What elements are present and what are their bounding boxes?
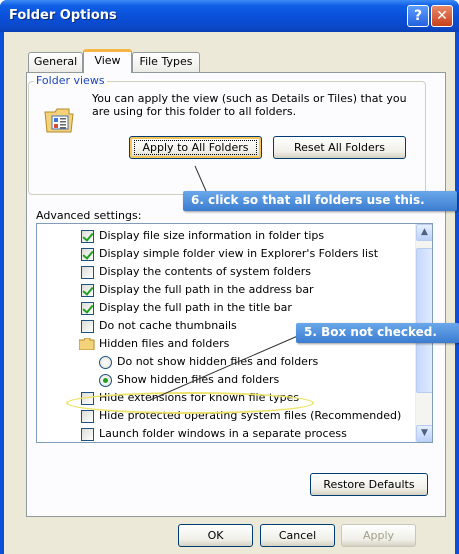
folder-icon <box>79 338 95 350</box>
title-bar[interactable]: Folder Options ? ✕ <box>0 0 459 32</box>
tab-file-types[interactable]: File Types <box>132 52 200 72</box>
folder-options-window: Folder Options ? ✕ General View File Typ… <box>0 0 459 554</box>
list-item-label: Display the contents of system folders <box>99 265 311 278</box>
list-item[interactable]: Display the contents of system folders <box>37 263 417 281</box>
reset-all-folders-button[interactable]: Reset All Folders <box>273 136 406 159</box>
window-title: Folder Options <box>9 8 117 23</box>
close-button[interactable]: ✕ <box>431 5 453 27</box>
radio[interactable] <box>99 356 112 369</box>
annotation-step-6: 6. click so that all folders use this. <box>183 191 457 211</box>
list-item-label: Display the full path in the address bar <box>99 283 314 296</box>
checkbox[interactable] <box>81 266 94 279</box>
scroll-up-icon[interactable]: ▲ <box>416 224 432 241</box>
list-item-label: Hidden files and folders <box>99 337 230 350</box>
list-item[interactable]: Display file size information in folder … <box>37 227 417 245</box>
list-item-label: Display file size information in folder … <box>99 229 325 242</box>
radio[interactable] <box>99 374 112 387</box>
list-item-label: Do not show hidden files and folders <box>117 355 319 368</box>
list-item-label: Display the full path in the title bar <box>99 301 292 314</box>
list-item[interactable]: Display the full path in the title bar <box>37 299 417 317</box>
tab-general[interactable]: General <box>28 52 83 72</box>
checkbox[interactable] <box>81 320 94 333</box>
list-item[interactable]: Display simple folder view in Explorer's… <box>37 245 417 263</box>
folder-view-icon <box>44 108 74 133</box>
tab-view[interactable]: View <box>83 49 132 73</box>
apply-button[interactable]: Apply <box>341 524 416 547</box>
list-item[interactable]: Launch folder windows in a separate proc… <box>37 425 417 442</box>
help-button[interactable]: ? <box>407 5 429 27</box>
list-item[interactable]: Do not show hidden files and folders <box>37 353 417 371</box>
checkbox[interactable] <box>81 284 94 297</box>
list-item-label: Launch folder windows in a separate proc… <box>99 427 347 440</box>
folder-views-description: You can apply the view (such as Details … <box>92 92 407 118</box>
scroll-down-icon[interactable]: ▼ <box>416 425 432 442</box>
dialog-body: General View File Types Folder views You… <box>4 32 455 554</box>
cancel-button[interactable]: Cancel <box>260 524 335 547</box>
checkbox[interactable] <box>81 248 94 261</box>
list-item[interactable]: Display the full path in the address bar <box>37 281 417 299</box>
restore-defaults-button[interactable]: Restore Defaults <box>310 473 428 496</box>
advanced-settings-label: Advanced settings: <box>36 209 142 222</box>
list-item-label: Do not cache thumbnails <box>99 319 237 332</box>
checkbox[interactable] <box>81 410 94 423</box>
apply-to-all-folders-button[interactable]: Apply to All Folders <box>129 136 262 159</box>
list-item-label: Show hidden files and folders <box>117 373 280 386</box>
list-item-label: Display simple folder view in Explorer's… <box>99 247 379 260</box>
checkbox[interactable] <box>81 428 94 441</box>
list-item[interactable]: Show hidden files and folders <box>37 371 417 389</box>
checkbox[interactable] <box>81 230 94 243</box>
folder-views-legend: Folder views <box>34 74 107 87</box>
annotation-step-5: 5. Box not checked. <box>296 323 459 343</box>
ok-button[interactable]: OK <box>178 524 253 547</box>
scrollbar-thumb[interactable] <box>416 248 432 393</box>
highlight-ellipse <box>66 392 314 414</box>
checkbox[interactable] <box>81 302 94 315</box>
